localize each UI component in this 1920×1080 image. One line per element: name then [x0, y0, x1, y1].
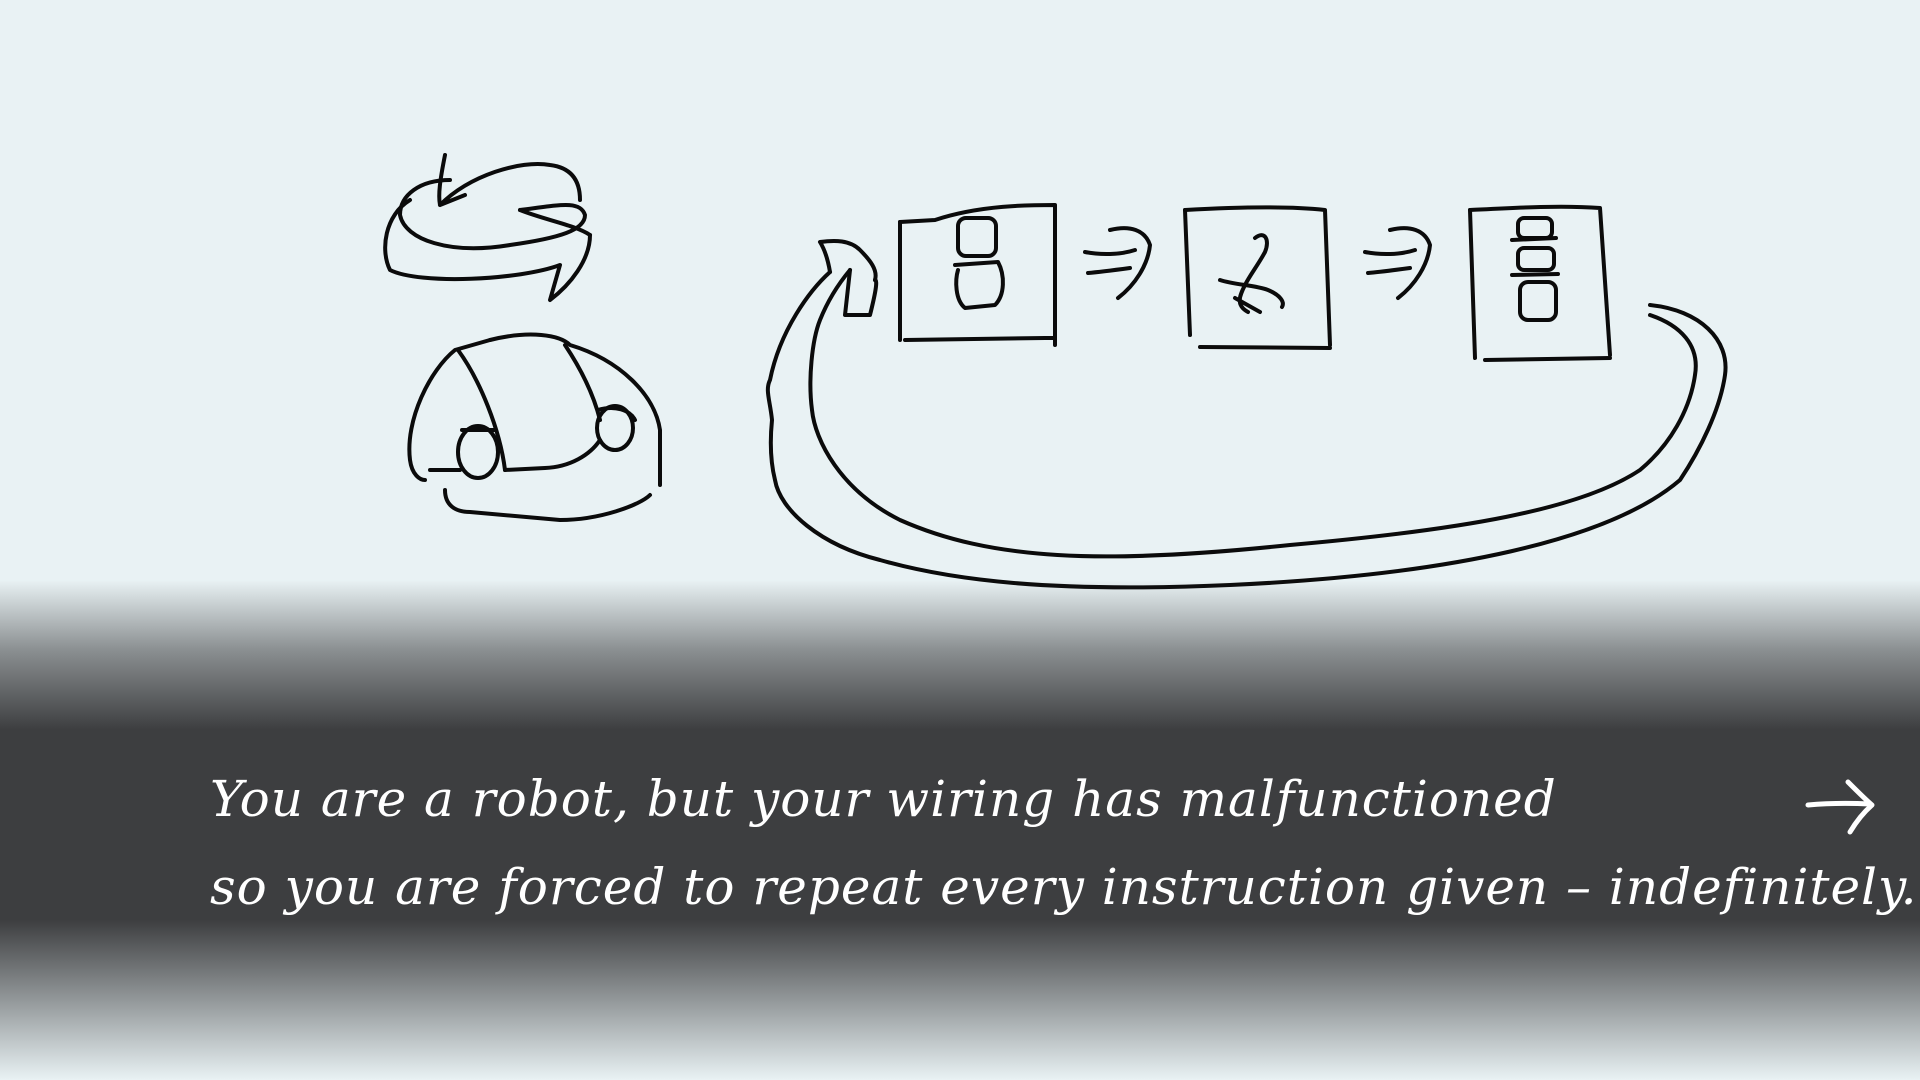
rotate-arrows-icon: [383, 153, 592, 302]
turn-step-icon: [1183, 205, 1332, 350]
scene: You are a robot, but your wiring has mal…: [0, 0, 1920, 1080]
caption-line-1: You are a robot, but your wiring has mal…: [210, 770, 1557, 828]
caption-line-2: so you are forced to repeat every instru…: [210, 858, 1920, 916]
repeat-loop-arrow-icon: [765, 239, 1728, 590]
story-caption: You are a robot, but your wiring has mal…: [210, 755, 1920, 931]
forward-step-icon: [898, 203, 1057, 347]
right-arrow-icon: [1363, 226, 1432, 300]
right-arrow-icon: [1805, 779, 1875, 835]
stack-step-icon: [1468, 204, 1612, 362]
robot-icon: [407, 332, 662, 522]
next-button[interactable]: [1800, 770, 1880, 840]
right-arrow-icon: [1083, 226, 1152, 300]
